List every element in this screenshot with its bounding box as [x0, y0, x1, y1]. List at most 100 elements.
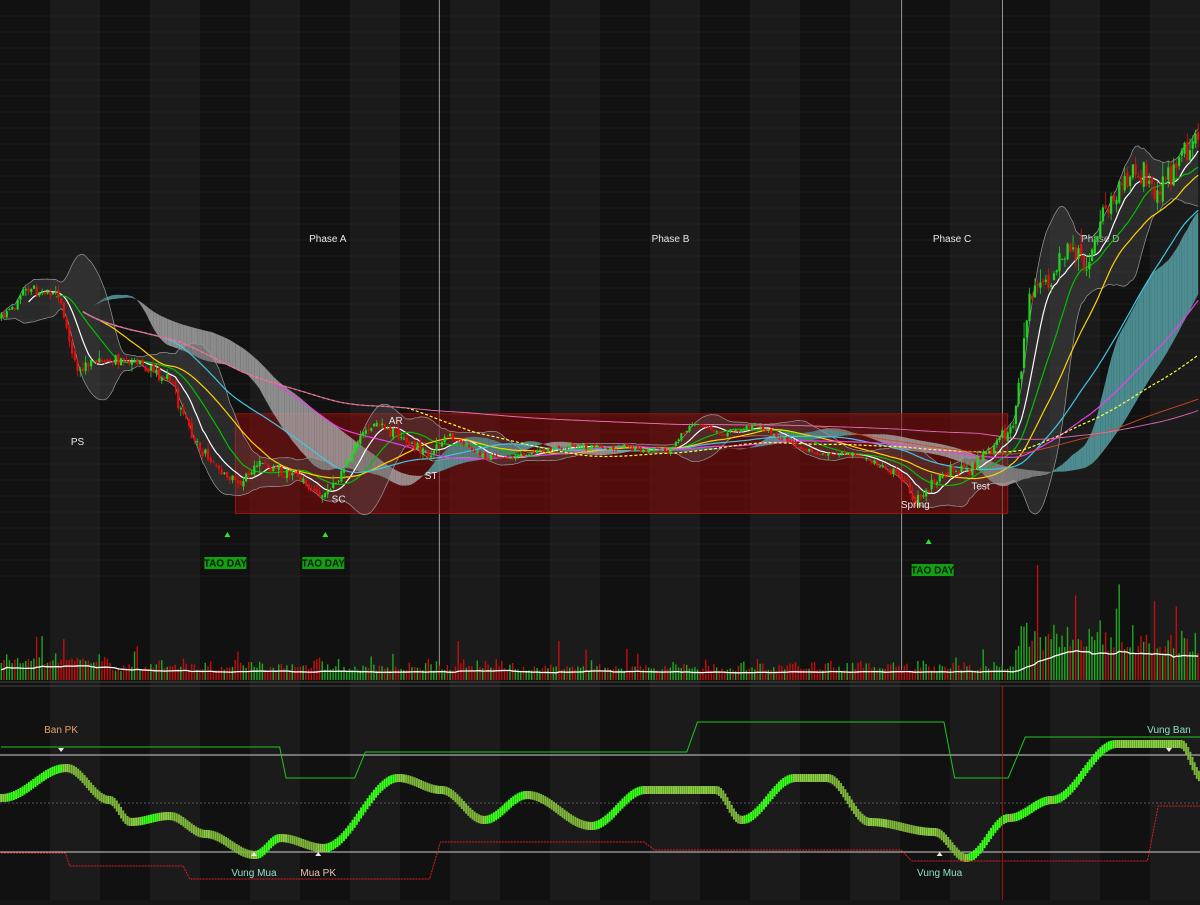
osc-bar — [819, 774, 821, 782]
volume-bar — [914, 669, 915, 680]
osc-bar — [1069, 784, 1071, 794]
volume-bar — [1004, 669, 1005, 680]
volume-bar — [803, 669, 804, 680]
volume-bar — [615, 666, 616, 680]
osc-bar — [928, 828, 930, 836]
osc-bar — [32, 779, 34, 789]
osc-bar — [652, 786, 654, 794]
osc-bar — [506, 802, 508, 812]
volume-bar — [17, 658, 18, 680]
volume-bar — [341, 671, 342, 680]
osc-bar — [744, 815, 746, 823]
osc-label-2: Vung Mua — [231, 868, 277, 879]
volume-bar — [969, 665, 970, 680]
volume-bar — [438, 665, 439, 680]
osc-bar — [427, 783, 429, 792]
osc-bar — [442, 786, 444, 794]
osc-bar — [1162, 740, 1164, 748]
volume-bar — [558, 641, 559, 680]
osc-bar — [484, 816, 486, 824]
volume-bar — [368, 668, 369, 680]
volume-bar — [1072, 640, 1073, 680]
phase-label-1: Phase A — [309, 234, 347, 245]
volume-bar — [9, 660, 10, 680]
volume-bar — [77, 658, 78, 680]
osc-bar — [1048, 796, 1050, 804]
osc-bar — [212, 831, 214, 840]
osc-bar — [206, 830, 208, 838]
osc-bar — [429, 784, 431, 793]
volume-bar — [319, 658, 320, 680]
volume-bar — [332, 669, 333, 680]
osc-bar — [223, 836, 225, 845]
osc-bar — [287, 835, 289, 843]
volume-bar — [808, 669, 809, 680]
osc-bar — [847, 793, 849, 804]
candle — [346, 458, 348, 467]
volume-bar — [648, 667, 649, 680]
osc-bar — [754, 808, 756, 818]
osc-bar — [328, 843, 330, 852]
osc-bar — [277, 834, 279, 843]
osc-bar — [692, 786, 694, 794]
volume-bar — [384, 669, 385, 680]
osc-bar — [354, 817, 356, 828]
osc-bar — [184, 819, 186, 829]
osc-bar — [907, 824, 909, 833]
osc-bar — [424, 782, 426, 791]
osc-bar — [214, 832, 216, 841]
osc-bar — [1093, 754, 1095, 765]
osc-bar — [1179, 740, 1181, 748]
volume-bar — [819, 669, 820, 680]
osc-bar — [896, 821, 898, 830]
candle — [33, 285, 35, 289]
osc-bar — [956, 848, 958, 858]
osc-bar — [324, 844, 326, 852]
osc-bar — [523, 791, 525, 799]
osc-bar — [266, 843, 268, 853]
osc-bar — [532, 791, 534, 799]
volume-bar — [411, 667, 412, 680]
volume-bar — [496, 659, 497, 680]
osc-bar — [598, 820, 600, 829]
osc-bar — [707, 786, 709, 794]
osc-bar — [189, 822, 191, 832]
osc-bar — [148, 815, 150, 824]
osc-bar — [236, 844, 238, 853]
osc-bar — [930, 828, 932, 836]
osc-bar — [135, 818, 137, 826]
osc-bar — [988, 831, 990, 842]
volume-bar — [58, 663, 59, 680]
osc-bar — [574, 817, 576, 826]
osc-bar — [859, 812, 861, 822]
osc-bar — [840, 783, 842, 794]
volume-bar — [716, 667, 717, 680]
osc-bar — [64, 764, 66, 772]
volume-bar — [3, 660, 4, 680]
volume-bar — [634, 667, 635, 680]
osc-bar — [311, 842, 313, 851]
volume-bar — [1105, 632, 1106, 680]
osc-bar — [362, 804, 364, 815]
volume-bar — [882, 669, 883, 680]
osc-bar — [622, 798, 624, 808]
osc-bar — [1138, 740, 1140, 748]
osc-bar — [52, 767, 54, 776]
osc-bar — [407, 775, 409, 784]
osc-bar — [43, 772, 45, 781]
osc-bar — [437, 786, 439, 794]
osc-bar — [454, 792, 456, 802]
osc-bar — [472, 810, 474, 820]
osc-bar — [386, 777, 388, 786]
osc-bar — [0, 794, 2, 802]
volume-bar — [942, 666, 943, 680]
volume-bar — [243, 665, 244, 680]
volume-bar — [577, 666, 578, 680]
price-chart[interactable]: Phase APhase BPhase CPhase DPSARSCSTSpri… — [0, 0, 1200, 900]
osc-bar — [77, 769, 79, 779]
volume-bar — [123, 666, 124, 680]
volume-bar — [694, 667, 695, 680]
volume-bar — [599, 664, 600, 680]
volume-bar — [1140, 636, 1141, 680]
osc-bar — [227, 838, 229, 847]
